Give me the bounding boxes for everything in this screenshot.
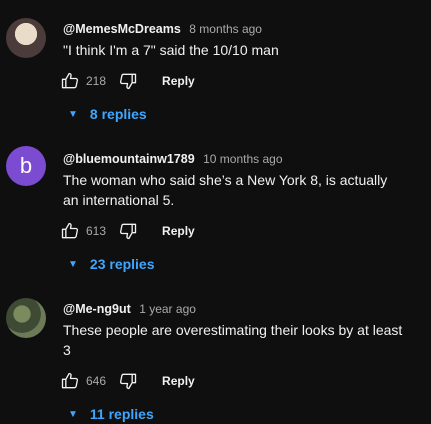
comment-header: @MemesMcDreams 8 months ago xyxy=(63,20,262,38)
chevron-down-icon: ▼ xyxy=(68,408,78,420)
reply-button[interactable]: Reply xyxy=(162,74,195,88)
view-replies-button[interactable]: ▼ 23 replies xyxy=(68,254,155,274)
view-replies-button[interactable]: ▼ 11 replies xyxy=(68,404,154,424)
comment-header: @Me-ng9ut 1 year ago xyxy=(63,300,196,318)
comment-text: The woman who said she’s a New York 8, i… xyxy=(63,172,388,208)
reply-button[interactable]: Reply xyxy=(162,374,195,388)
comment-header: @bluemountainw1789 10 months ago xyxy=(63,150,283,168)
comment-time[interactable]: 1 year ago xyxy=(139,302,196,316)
like-count: 646 xyxy=(86,374,107,388)
replies-count-label: 8 replies xyxy=(89,106,147,122)
comment-text: These people are overestimating their lo… xyxy=(63,322,403,358)
replies-count-label: 23 replies xyxy=(89,256,155,272)
author-handle[interactable]: @MemesMcDreams xyxy=(63,22,181,36)
like-count: 613 xyxy=(86,224,107,238)
thumbs-down-icon[interactable] xyxy=(118,221,138,241)
thumbs-up-icon[interactable] xyxy=(60,371,80,391)
avatar[interactable]: b xyxy=(6,146,46,186)
comment-time[interactable]: 8 months ago xyxy=(189,22,262,36)
thumbs-up-icon[interactable] xyxy=(60,71,80,91)
replies-count-label: 11 replies xyxy=(89,406,154,422)
thumbs-down-icon[interactable] xyxy=(118,371,138,391)
avatar[interactable] xyxy=(6,18,46,58)
reply-button[interactable]: Reply xyxy=(162,224,195,238)
chevron-down-icon: ▼ xyxy=(68,258,78,270)
thumbs-up-icon[interactable] xyxy=(60,221,80,241)
comment-text: "I think I'm a 7" said the 10/10 man xyxy=(63,42,279,58)
comment-actions: 218 Reply xyxy=(60,70,195,92)
comment-actions: 646 Reply xyxy=(60,370,195,392)
chevron-down-icon: ▼ xyxy=(68,108,78,120)
like-count: 218 xyxy=(86,74,107,88)
comment-actions: 613 Reply xyxy=(60,220,195,242)
view-replies-button[interactable]: ▼ 8 replies xyxy=(68,104,147,124)
avatar[interactable] xyxy=(6,298,46,338)
author-handle[interactable]: @Me-ng9ut xyxy=(63,302,131,316)
author-handle[interactable]: @bluemountainw1789 xyxy=(63,152,195,166)
thumbs-down-icon[interactable] xyxy=(118,71,138,91)
comment-time[interactable]: 10 months ago xyxy=(203,152,282,166)
